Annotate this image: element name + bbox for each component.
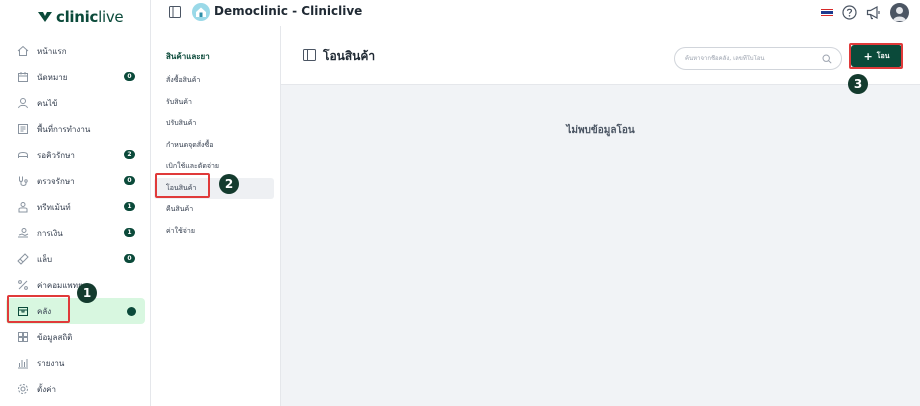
sidebar-item-lab[interactable]: แล็บ 0 — [6, 246, 145, 272]
count-badge: 0 — [124, 254, 135, 263]
lab-icon — [16, 253, 29, 266]
settings-icon — [16, 383, 29, 396]
sidebar-item-settings[interactable]: ตั้งค่า — [6, 376, 145, 402]
user-avatar[interactable] — [890, 3, 909, 22]
submenu-item-reorder-point[interactable]: กำหนดจุดสั่งซื้อ — [154, 135, 274, 157]
sidebar-item-label: ทรีทเม้นท์ — [37, 202, 71, 212]
sidebar-item-patients[interactable]: คนไข้ — [6, 90, 145, 116]
submenu-title: สินค้าและยา — [166, 52, 210, 61]
panel-icon — [303, 49, 316, 61]
help-icon[interactable] — [842, 5, 857, 20]
sidebar-item-label: หน้าแรก — [37, 46, 67, 56]
sidebar-item-label: ข้อมูลสถิติ — [37, 332, 73, 342]
report-icon — [16, 357, 29, 370]
sidebar-item-appointments[interactable]: นัดหมาย 0 — [6, 64, 145, 90]
top-header: Democlinic - Cliniclive — [151, 0, 920, 26]
main-content: โอนสินค้า + โอน ไม่พบข้อมูลโอน — [281, 26, 920, 406]
empty-state-message: ไม่พบข้อมูลโอน — [566, 125, 635, 136]
highlight-transfer-menu — [155, 173, 210, 198]
search-input[interactable] — [685, 55, 820, 62]
clinic-name[interactable]: Democlinic - Cliniclive — [214, 4, 362, 18]
sidebar-item-reports[interactable]: รายงาน — [6, 350, 145, 376]
submenu-item-receive-goods[interactable]: รับสินค้า — [154, 92, 274, 114]
sidebar-nav: หน้าแรก นัดหมาย 0 คนไข้ พื้นที่การทำงาน … — [6, 38, 145, 402]
sidebar-item-label: รายงาน — [37, 358, 65, 368]
step-badge-3: 3 — [848, 74, 868, 94]
treatment-icon — [16, 201, 29, 214]
finance-icon — [16, 227, 29, 240]
home-icon — [16, 45, 29, 58]
count-badge: 1 — [124, 228, 135, 237]
sidebar-item-label: คนไข้ — [37, 98, 58, 108]
sidebar-item-statistics[interactable]: ข้อมูลสถิติ — [6, 324, 145, 350]
thai-flag-icon[interactable] — [821, 8, 833, 17]
count-badge: 0 — [124, 176, 135, 185]
sidebar-item-finance[interactable]: การเงิน 1 — [6, 220, 145, 246]
percent-icon — [16, 279, 29, 292]
count-badge: 1 — [124, 202, 135, 211]
stethoscope-icon — [16, 175, 29, 188]
sidebar-item-home[interactable]: หน้าแรก — [6, 38, 145, 64]
submenu-item-return-goods[interactable]: คืนสินค้า — [154, 199, 274, 221]
count-badge: 0 — [124, 72, 135, 81]
count-badge: 2 — [124, 150, 135, 159]
calendar-icon — [16, 71, 29, 84]
sidebar-item-label: แล็บ — [37, 254, 53, 264]
stats-icon — [16, 331, 29, 344]
submenu-item-adjust-stock[interactable]: ปรับสินค้า — [154, 113, 274, 135]
page-header: โอนสินค้า + โอน — [281, 26, 920, 85]
queue-icon — [16, 149, 29, 162]
transfer-list-area: ไม่พบข้อมูลโอน — [281, 85, 920, 406]
submenu-list: สั่งซื้อสินค้า รับสินค้า ปรับสินค้า กำหน… — [154, 70, 274, 242]
sidebar-item-label: พื้นที่การทำงาน — [37, 124, 91, 134]
app-window: cliniclive หน้าแรก นัดหมาย 0 คนไข้ พื้นท… — [0, 0, 920, 406]
sidebar-item-label: ค่าคอมแพทย — [37, 280, 83, 290]
clinic-logo-avatar — [192, 3, 210, 21]
clinic-house-icon — [196, 7, 206, 17]
active-indicator-dot — [127, 307, 136, 316]
sidebar-item-examination[interactable]: ตรวจรักษา 0 — [6, 168, 145, 194]
submenu-item-purchase-order[interactable]: สั่งซื้อสินค้า — [154, 70, 274, 92]
sidebar-item-label: ตั้งค่า — [37, 384, 56, 394]
sidebar-item-queue[interactable]: รอคิวรักษา 2 — [6, 142, 145, 168]
inventory-submenu: สินค้าและยา สั่งซื้อสินค้า รับสินค้า ปรั… — [151, 26, 281, 406]
page-title: โอนสินค้า — [323, 49, 376, 63]
user-icon — [16, 97, 29, 110]
sidebar-item-label: นัดหมาย — [37, 72, 68, 82]
submenu-item-expenses[interactable]: ค่าใช้จ่าย — [154, 221, 274, 243]
step-badge-2: 2 — [219, 174, 239, 194]
sidebar-item-label: ตรวจรักษา — [37, 176, 75, 186]
search-box[interactable] — [674, 47, 842, 70]
logo-text: cliniclive — [56, 8, 124, 26]
workspace-icon — [16, 123, 29, 136]
sidebar-item-treatment[interactable]: ทรีทเม้นท์ 1 — [6, 194, 145, 220]
highlight-inventory — [7, 295, 70, 323]
highlight-add-button — [849, 43, 903, 69]
sidebar-toggle-icon[interactable] — [169, 6, 181, 18]
search-icon[interactable] — [822, 54, 832, 64]
sidebar-item-workspace[interactable]: พื้นที่การทำงาน — [6, 116, 145, 142]
sidebar-item-label: การเงิน — [37, 228, 63, 238]
sidebar: cliniclive หน้าแรก นัดหมาย 0 คนไข้ พื้นท… — [0, 0, 151, 406]
logo-icon — [38, 12, 52, 22]
sidebar-item-label: รอคิวรักษา — [37, 150, 75, 160]
cliniclive-logo[interactable]: cliniclive — [37, 8, 124, 26]
step-badge-1: 1 — [77, 283, 97, 303]
header-actions — [821, 3, 909, 22]
megaphone-icon[interactable] — [866, 5, 881, 20]
